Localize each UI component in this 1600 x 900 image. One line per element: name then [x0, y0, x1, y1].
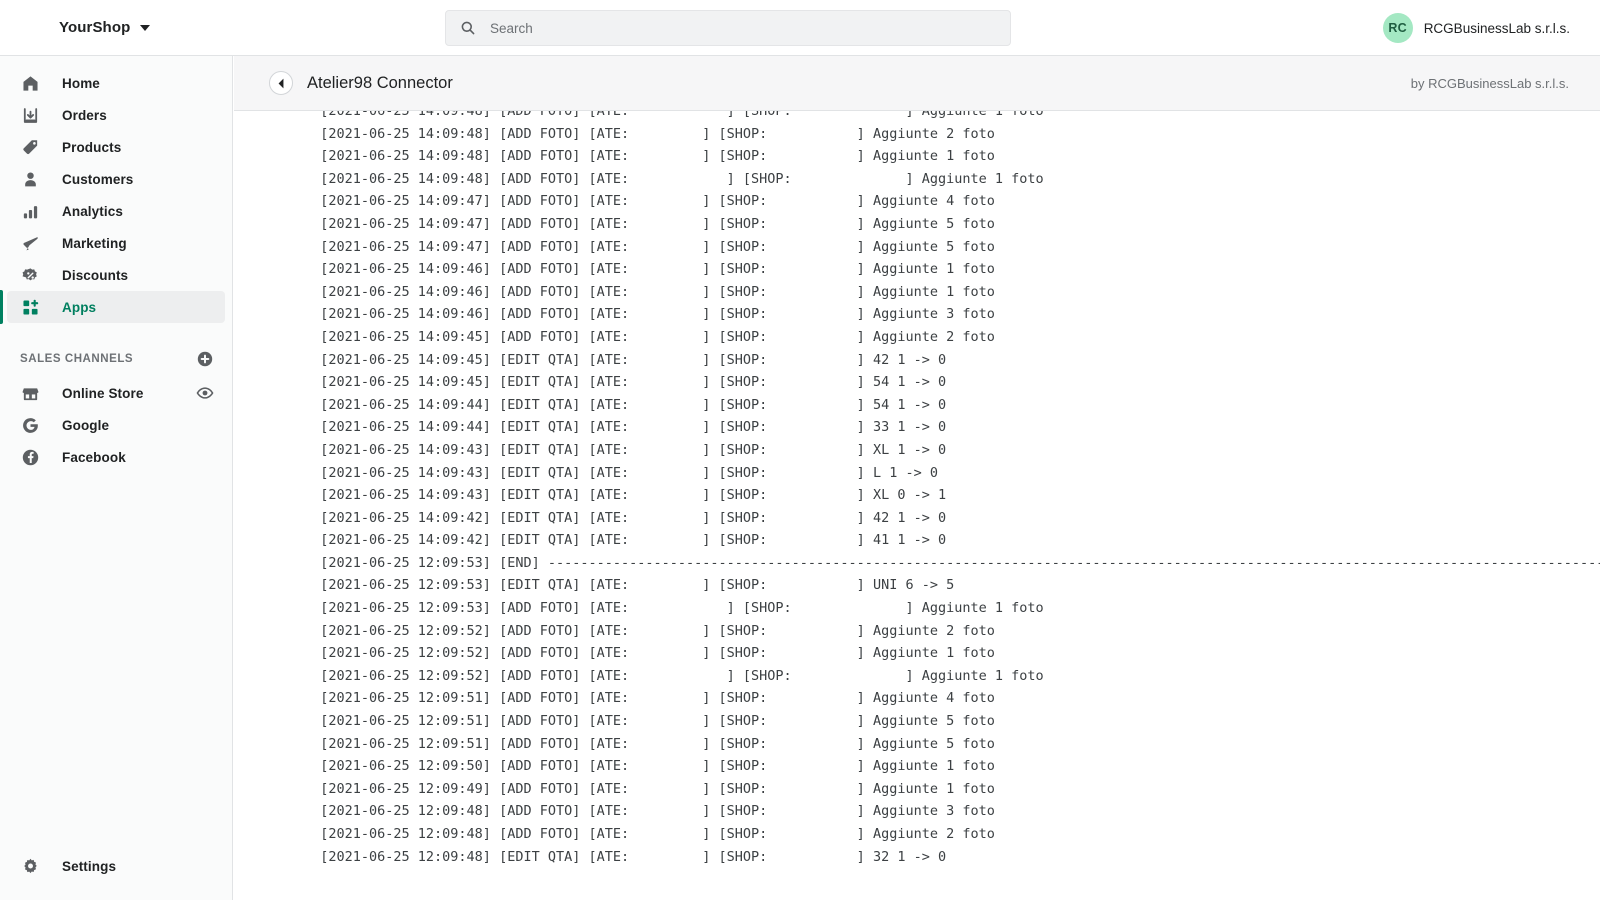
sales-channels-section-header: SALES CHANNELS [7, 343, 225, 375]
sidebar-item-orders[interactable]: Orders [7, 99, 225, 131]
app-byline: by RCGBusinessLab s.r.l.s. [1410, 75, 1569, 91]
log-line: [2021-06-25 14:09:46] [ADD FOTO] [ATE: ]… [304, 261, 995, 278]
log-line: [2021-06-25 12:09:48] [EDIT QTA] [ATE: ]… [304, 848, 947, 865]
tag-icon [20, 137, 40, 157]
sidebar-item-label: Orders [62, 107, 107, 123]
sidebar-item-customers[interactable]: Customers [7, 163, 225, 195]
sidebar-item-label: Facebook [62, 449, 126, 465]
log-line: [2021-06-25 12:09:52] [ADD FOTO] [ATE: ]… [304, 645, 995, 662]
log-line: [2021-06-25 12:09:51] [ADD FOTO] [ATE: ]… [304, 735, 995, 752]
log-line: [2021-06-25 14:09:43] [EDIT QTA] [ATE: ]… [304, 464, 938, 481]
person-icon [20, 169, 40, 189]
chevron-left-icon[interactable] [269, 71, 293, 95]
plus-circle-icon[interactable] [196, 350, 214, 368]
sidebar-item-facebook[interactable]: Facebook [7, 441, 225, 473]
shop-name: YourShop [59, 19, 131, 36]
sidebar-item-label: Apps [62, 299, 97, 315]
log-line: [2021-06-25 14:09:46] [ADD FOTO] [ATE: ]… [304, 306, 995, 323]
log-line: [2021-06-25 14:09:43] [EDIT QTA] [ATE: ]… [304, 487, 947, 504]
bar-chart-icon [20, 201, 40, 221]
discount-icon [20, 265, 40, 285]
sidebar-item-label: Discounts [62, 267, 129, 283]
home-icon [20, 73, 40, 93]
log-line: [2021-06-25 12:09:53] [EDIT QTA] [ATE: ]… [304, 577, 955, 594]
log-line: [2021-06-25 14:09:48] [ADD FOTO] [ATE: ]… [304, 148, 995, 165]
sidebar-item-home[interactable]: Home [7, 67, 225, 99]
sidebar-item-google[interactable]: Google [7, 409, 225, 441]
log-line: [2021-06-25 14:09:48] [ADD FOTO] [ATE: ]… [304, 111, 1044, 119]
log-line: [2021-06-25 14:09:47] [ADD FOTO] [ATE: ]… [304, 215, 995, 232]
search-input[interactable]: Search [445, 10, 1011, 46]
log-line: [2021-06-25 14:09:45] [ADD FOTO] [ATE: ]… [304, 328, 995, 345]
sidebar-item-label: Marketing [62, 235, 127, 251]
facebook-icon [20, 447, 40, 467]
eye-icon[interactable] [196, 384, 214, 402]
log-line: [2021-06-25 14:09:47] [ADD FOTO] [ATE: ]… [304, 193, 995, 210]
sidebar-item-label: Settings [62, 858, 117, 874]
log-line: [2021-06-25 14:09:45] [EDIT QTA] [ATE: ]… [304, 374, 947, 391]
log-line: [2021-06-25 12:09:48] [ADD FOTO] [ATE: ]… [304, 826, 995, 842]
log-line: [2021-06-25 14:09:48] [ADD FOTO] [ATE: ]… [304, 170, 1044, 187]
sidebar-item-products[interactable]: Products [7, 131, 225, 163]
log-line: [2021-06-25 14:09:45] [EDIT QTA] [ATE: ]… [304, 351, 947, 368]
sidebar-footer: Settings [0, 850, 233, 882]
log-line: [2021-06-25 14:09:44] [EDIT QTA] [ATE: ]… [304, 419, 947, 436]
sidebar-item-label: Products [62, 139, 122, 155]
sidebar-primary-nav: Home Orders Products Customers Analytics [0, 56, 232, 324]
top-bar: YourShop Search RC RCGBusinessLab s.r.l.… [0, 0, 1600, 56]
log-output-panel[interactable]: [2021-06-25 14:09:48] [ADD FOTO] [ATE: ]… [234, 111, 1600, 900]
log-line: [2021-06-25 12:09:48] [ADD FOTO] [ATE: ]… [304, 803, 995, 820]
sidebar-item-label: Google [62, 417, 110, 433]
log-line: [2021-06-25 14:09:42] [EDIT QTA] [ATE: ]… [304, 509, 947, 526]
log-line: [2021-06-25 14:09:44] [EDIT QTA] [ATE: ]… [304, 396, 947, 413]
log-line: [2021-06-25 14:09:42] [EDIT QTA] [ATE: ]… [304, 532, 947, 549]
sidebar-item-settings[interactable]: Settings [7, 850, 226, 882]
log-line: [2021-06-25 14:09:43] [EDIT QTA] [ATE: ]… [304, 441, 947, 458]
log-lines-container: [2021-06-25 14:09:48] [ADD FOTO] [ATE: ]… [234, 111, 1600, 868]
chevron-down-icon [140, 24, 151, 31]
log-line: [2021-06-25 12:09:52] [ADD FOTO] [ATE: ]… [304, 667, 1044, 684]
log-line: [2021-06-25 12:09:52] [ADD FOTO] [ATE: ]… [304, 622, 995, 639]
log-line: [2021-06-25 12:09:50] [ADD FOTO] [ATE: ]… [304, 758, 995, 775]
sidebar-item-analytics[interactable]: Analytics [7, 195, 225, 227]
sidebar-item-apps[interactable]: Apps [0, 290, 225, 324]
log-line: [2021-06-25 12:09:53] [END] ------------… [304, 554, 1600, 571]
sidebar-item-label: Home [62, 75, 100, 91]
apps-icon [20, 297, 40, 317]
page-title: Atelier98 Connector [307, 73, 453, 92]
log-line: [2021-06-25 14:09:48] [ADD FOTO] [ATE: ]… [304, 125, 995, 142]
sidebar-item-discounts[interactable]: Discounts [7, 259, 225, 291]
account-name: RCGBusinessLab s.r.l.s. [1423, 20, 1570, 36]
search-placeholder: Search [490, 20, 533, 36]
log-line: [2021-06-25 12:09:51] [ADD FOTO] [ATE: ]… [304, 713, 995, 730]
sidebar-item-online-store[interactable]: Online Store [7, 377, 225, 409]
google-icon [20, 415, 40, 435]
account-menu[interactable]: RC RCGBusinessLab s.r.l.s. [1382, 0, 1570, 56]
log-line: [2021-06-25 12:09:51] [ADD FOTO] [ATE: ]… [304, 690, 995, 707]
avatar: RC [1382, 13, 1413, 43]
sidebar-item-label: Analytics [62, 203, 123, 219]
gear-icon [20, 856, 40, 876]
megaphone-icon [20, 233, 40, 253]
section-title: SALES CHANNELS [20, 353, 134, 365]
shop-switcher[interactable]: YourShop [59, 19, 151, 36]
orders-icon [20, 105, 40, 125]
sidebar-item-label: Online Store [62, 385, 144, 401]
log-line: [2021-06-25 12:09:49] [ADD FOTO] [ATE: ]… [304, 780, 995, 797]
log-line: [2021-06-25 14:09:46] [ADD FOTO] [ATE: ]… [304, 283, 995, 300]
sidebar-item-marketing[interactable]: Marketing [7, 227, 225, 259]
search-icon [460, 20, 476, 36]
sidebar-item-label: Customers [62, 171, 134, 187]
app-header: Atelier98 Connector by RCGBusinessLab s.… [234, 56, 1600, 111]
sidebar: Home Orders Products Customers Analytics [0, 56, 233, 900]
storefront-icon [20, 383, 40, 403]
log-line: [2021-06-25 12:09:53] [ADD FOTO] [ATE: ]… [304, 600, 1044, 617]
log-line: [2021-06-25 14:09:47] [ADD FOTO] [ATE: ]… [304, 238, 995, 255]
